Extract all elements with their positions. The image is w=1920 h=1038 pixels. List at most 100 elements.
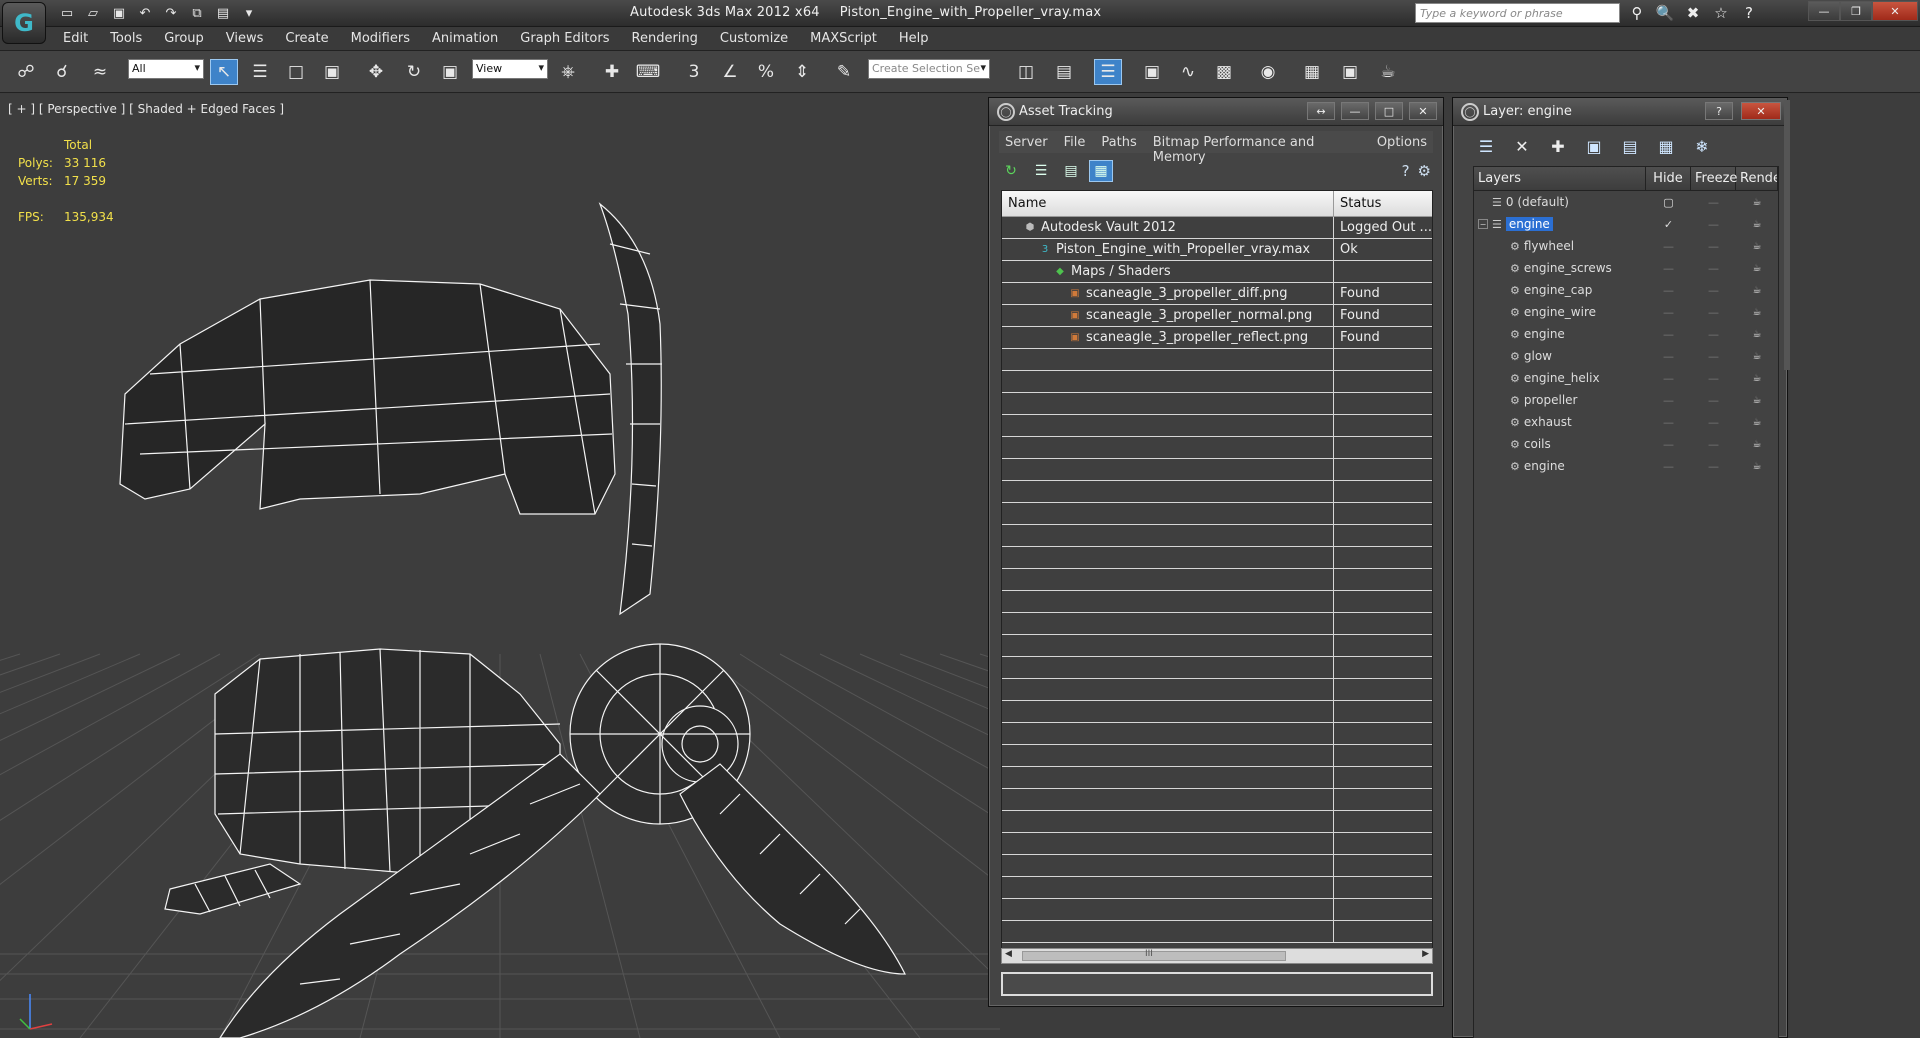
help-icon[interactable]: ? [1738, 3, 1760, 23]
render-teapot-icon[interactable]: ☕ [1736, 285, 1778, 296]
save-icon[interactable]: ▣ [108, 4, 130, 23]
dialog-maximize-button[interactable]: □ [1375, 102, 1403, 120]
layer-object-row[interactable]: ⚙ engine — — ☕ [1474, 323, 1778, 345]
active-layer-check-icon[interactable]: ✓ [1646, 218, 1691, 231]
render-setup-icon[interactable]: ▦ [1298, 59, 1326, 85]
snap-3-icon[interactable]: 3 [680, 59, 708, 85]
select-highlighted-icon[interactable]: ▣ [1581, 134, 1607, 158]
at-menu-paths[interactable]: Paths [1101, 135, 1136, 150]
asset-row[interactable]: ▣ scaneagle_3_propeller_normal.png Found [1002, 305, 1432, 327]
menu-animation[interactable]: Animation [421, 31, 509, 46]
render-teapot-icon[interactable]: ☕ [1736, 373, 1778, 384]
render-teapot-icon[interactable]: ☕ [1736, 417, 1778, 428]
create-layer-icon[interactable]: ☰ [1473, 134, 1499, 158]
keyboard-shortcut-icon[interactable]: ⌨ [634, 59, 662, 85]
render-teapot-icon[interactable]: ☕ [1736, 351, 1778, 362]
open-icon[interactable]: ▱ [82, 4, 104, 23]
menu-group[interactable]: Group [153, 31, 215, 46]
asset-path-field[interactable] [1001, 972, 1433, 996]
hide-toggle[interactable]: — [1646, 350, 1691, 363]
project-icon[interactable]: ▤ [212, 4, 234, 23]
column-layers[interactable]: Layers [1474, 167, 1646, 190]
pivot-icon[interactable]: ⎈ [554, 59, 582, 85]
layer-object-row[interactable]: ⚙ glow — — ☕ [1474, 345, 1778, 367]
render-teapot-icon[interactable]: ☕ [1736, 307, 1778, 318]
hide-toggle[interactable]: — [1646, 372, 1691, 385]
layer-object-row[interactable]: ⚙ engine_helix — — ☕ [1474, 367, 1778, 389]
layer-object-row[interactable]: ⚙ engine_wire — — ☕ [1474, 301, 1778, 323]
hide-toggle[interactable]: — [1646, 240, 1691, 253]
current-layer-box-icon[interactable]: ▢ [1646, 196, 1691, 209]
window-crossing-icon[interactable]: ▣ [318, 59, 346, 85]
dialog-close-button[interactable]: ✕ [1409, 102, 1437, 120]
refresh-icon[interactable]: ↻ [999, 160, 1023, 182]
new-icon[interactable]: ▭ [56, 4, 78, 23]
column-freeze[interactable]: Freeze [1691, 167, 1737, 190]
at-menu-server[interactable]: Server [1005, 135, 1048, 150]
freeze-all-icon[interactable]: ❄ [1689, 134, 1715, 158]
scrollbar-thumb[interactable]: III [1022, 949, 1286, 961]
material-editor-icon[interactable]: ◉ [1254, 59, 1282, 85]
at-menu-options[interactable]: Options [1377, 135, 1427, 150]
freeze-toggle[interactable]: — [1691, 328, 1736, 341]
hide-toggle[interactable]: — [1646, 328, 1691, 341]
menu-views[interactable]: Views [215, 31, 275, 46]
unlink-icon[interactable]: ☌ [48, 59, 76, 85]
freeze-toggle[interactable]: — [1691, 416, 1736, 429]
collapse-toggle-icon[interactable]: − [1478, 219, 1488, 229]
freeze-toggle[interactable]: — [1691, 460, 1736, 473]
asset-row[interactable]: ◆ Maps / Shaders [1002, 261, 1432, 283]
freeze-toggle[interactable]: — [1691, 262, 1736, 275]
layer-object-row[interactable]: ⚙ propeller — — ☕ [1474, 389, 1778, 411]
named-selection-input[interactable]: Create Selection Se [868, 59, 990, 79]
align-icon[interactable]: ▤ [1050, 59, 1078, 85]
angle-snap-icon[interactable]: ∠ [716, 59, 744, 85]
hide-toggle[interactable]: — [1646, 416, 1691, 429]
schematic-icon[interactable]: ▩ [1210, 59, 1238, 85]
asset-row[interactable]: 3 Piston_Engine_with_Propeller_vray.max Ok [1002, 239, 1432, 261]
viewport-label[interactable]: [ + ] [ Perspective ] [ Shaded + Edged F… [8, 102, 284, 116]
freeze-toggle[interactable]: — [1691, 372, 1736, 385]
asset-row[interactable]: ▣ scaneagle_3_propeller_diff.png Found [1002, 283, 1432, 305]
star-icon[interactable]: ☆ [1710, 3, 1732, 23]
hide-toggle[interactable]: — [1646, 460, 1691, 473]
help-question-icon[interactable]: ? [1402, 162, 1410, 180]
freeze-toggle[interactable]: — [1691, 394, 1736, 407]
close-button[interactable]: ✕ [1872, 1, 1918, 21]
layer-object-row[interactable]: ⚙ flywheel — — ☕ [1474, 235, 1778, 257]
asset-horizontal-scrollbar[interactable]: ◀ III ▶ [1001, 948, 1433, 964]
scroll-left-icon[interactable]: ◀ [1005, 949, 1012, 959]
link-icon[interactable]: ☍ [12, 59, 40, 85]
rect-region-icon[interactable]: □ [282, 59, 310, 85]
menu-modifiers[interactable]: Modifiers [340, 31, 421, 46]
application-menu-button[interactable]: G [2, 2, 46, 44]
move-icon[interactable]: ✥ [362, 59, 390, 85]
communication-icon[interactable]: ✖ [1682, 3, 1704, 23]
dock-arrows-button[interactable]: ↔ [1307, 102, 1335, 120]
column-name[interactable]: Name [1002, 191, 1334, 216]
hide-toggle[interactable]: — [1646, 438, 1691, 451]
curve-editor-icon[interactable]: ∿ [1174, 59, 1202, 85]
layer-object-row[interactable]: ⚙ coils — — ☕ [1474, 433, 1778, 455]
at-menu-file[interactable]: File [1064, 135, 1086, 150]
table-view-icon[interactable]: ▦ [1089, 160, 1113, 182]
render-teapot-icon[interactable]: ☕ [1736, 395, 1778, 406]
layer-object-row[interactable]: ⚙ engine_screws — — ☕ [1474, 257, 1778, 279]
freeze-toggle[interactable]: — [1691, 350, 1736, 363]
hold-icon[interactable]: ⧉ [186, 4, 208, 23]
key-search-icon[interactable]: 🔍 [1654, 3, 1676, 23]
dialog-minimize-button[interactable]: — [1341, 102, 1369, 120]
layer-row[interactable]: − ☰ engine ✓ — ☕ [1474, 213, 1778, 235]
menu-maxscript[interactable]: MAXScript [799, 31, 888, 46]
hide-all-icon[interactable]: ▦ [1653, 134, 1679, 158]
menu-graph-editors[interactable]: Graph Editors [509, 31, 620, 46]
menu-edit[interactable]: Edit [52, 31, 99, 46]
render-teapot-icon[interactable]: ☕ [1736, 219, 1778, 230]
layer-vertical-scrollbar[interactable] [1784, 100, 1790, 370]
perspective-viewport[interactable]: [ + ] [ Perspective ] [ Shaded + Edged F… [0, 94, 1000, 1038]
hide-toggle[interactable]: — [1646, 394, 1691, 407]
freeze-toggle[interactable]: — [1691, 218, 1736, 231]
edit-named-sel-icon[interactable]: ✎ [830, 59, 858, 85]
rendered-frame-icon[interactable]: ▣ [1336, 59, 1364, 85]
settings-icon[interactable]: ⚙ [1418, 162, 1431, 180]
